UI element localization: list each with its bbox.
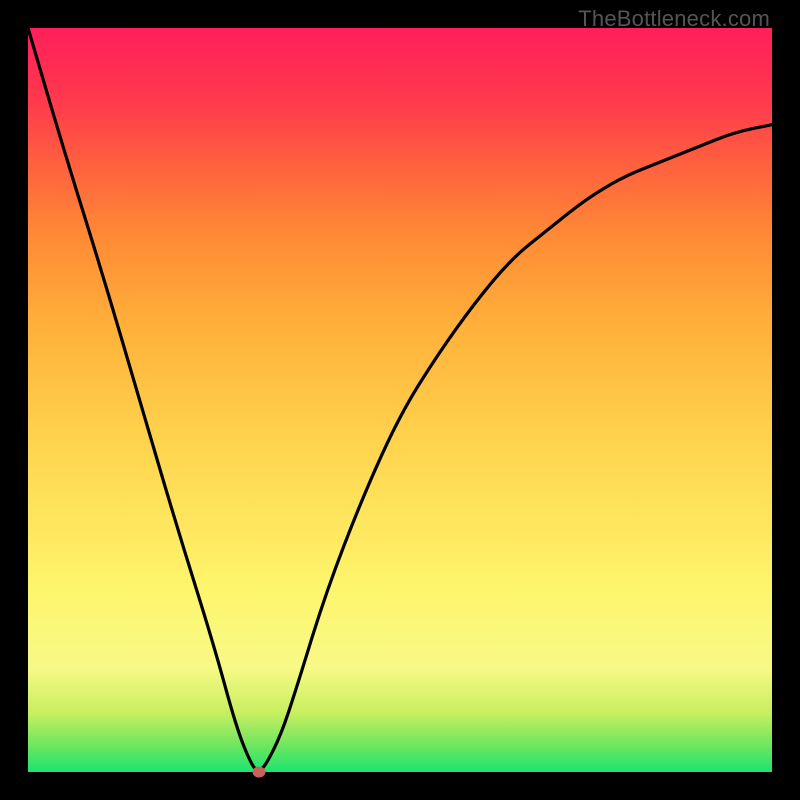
chart-frame: TheBottleneck.com xyxy=(0,0,800,800)
bottleneck-curve xyxy=(28,28,772,772)
optimum-marker xyxy=(252,767,265,778)
watermark-text: TheBottleneck.com xyxy=(578,6,770,32)
plot-area xyxy=(28,28,772,772)
